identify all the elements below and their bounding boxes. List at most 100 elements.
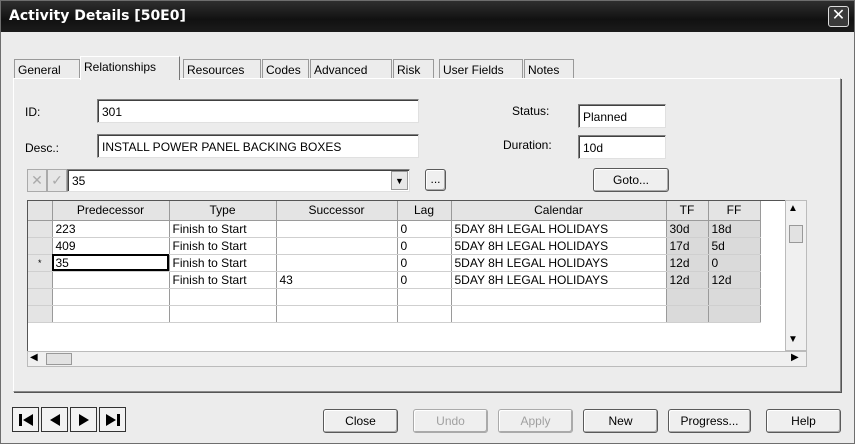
progress-button[interactable]: Progress... <box>668 409 751 433</box>
cell-tf: 17d <box>666 237 709 255</box>
cell-successor[interactable]: 43 <box>276 271 398 289</box>
cell-successor[interactable] <box>276 220 398 238</box>
status-field[interactable]: Planned <box>578 104 666 128</box>
col-tf[interactable]: TF <box>666 201 709 221</box>
id-field[interactable]: 301 <box>97 99 419 123</box>
horizontal-scroll-thumb[interactable] <box>46 353 72 365</box>
cell-successor[interactable] <box>276 237 398 255</box>
scroll-left-icon[interactable]: ◀ <box>30 352 38 363</box>
cell-predecessor[interactable] <box>52 288 170 306</box>
row-marker[interactable] <box>28 237 53 255</box>
close-window-button[interactable]: ✕ <box>828 6 849 27</box>
horizontal-scrollbar[interactable]: ◀ ▶ <box>27 351 807 367</box>
scroll-down-icon[interactable]: ▼ <box>788 334 798 345</box>
tab-resources[interactable]: Resources <box>183 59 261 79</box>
cell-calendar[interactable] <box>451 305 667 323</box>
chevron-down-icon[interactable]: ▼ <box>391 171 408 190</box>
cell-type[interactable]: Finish to Start <box>169 220 277 238</box>
scroll-right-icon[interactable]: ▶ <box>791 352 799 363</box>
ellipsis-button[interactable]: ... <box>425 169 446 191</box>
table-row[interactable]: 409 Finish to Start 0 5DAY 8H LEGAL HOLI… <box>28 237 761 255</box>
cell-predecessor[interactable]: 35 <box>52 254 170 272</box>
cell-predecessor[interactable] <box>52 305 170 323</box>
next-record-button[interactable] <box>70 407 97 432</box>
undo-button[interactable]: Undo <box>413 409 488 433</box>
tab-advanced[interactable]: Advanced <box>310 59 392 79</box>
tab-general[interactable]: General <box>14 59 80 79</box>
col-predecessor[interactable]: Predecessor <box>52 201 170 221</box>
accept-edit-icon[interactable]: ✓ <box>47 169 67 192</box>
cell-calendar[interactable]: 5DAY 8H LEGAL HOLIDAYS <box>451 220 667 238</box>
tab-label: Relationships <box>84 60 157 74</box>
col-calendar[interactable]: Calendar <box>451 201 667 221</box>
window-title: Activity Details [50E0] <box>9 8 186 24</box>
close-icon: ✕ <box>831 7 846 24</box>
cell-predecessor[interactable]: 409 <box>52 237 170 255</box>
cell-successor[interactable] <box>276 254 398 272</box>
last-record-icon <box>105 413 120 426</box>
help-button[interactable]: Help <box>766 409 841 433</box>
cell-lag[interactable]: 0 <box>397 271 452 289</box>
tab-label: User Fields <box>443 63 504 77</box>
cell-lag[interactable] <box>397 288 452 306</box>
cell-type[interactable] <box>169 305 277 323</box>
cell-calendar[interactable] <box>451 288 667 306</box>
vertical-scroll-thumb[interactable] <box>789 225 803 243</box>
tab-label: Advanced <box>314 63 368 77</box>
cell-calendar[interactable]: 5DAY 8H LEGAL HOLIDAYS <box>451 237 667 255</box>
col-lag[interactable]: Lag <box>397 201 452 221</box>
vertical-scrollbar[interactable]: ▲ ▼ <box>785 200 807 351</box>
cell-calendar[interactable]: 5DAY 8H LEGAL HOLIDAYS <box>451 271 667 289</box>
cell-lag[interactable]: 0 <box>397 237 452 255</box>
cell-successor[interactable] <box>276 305 398 323</box>
cell-predecessor[interactable]: 223 <box>52 220 170 238</box>
table-row[interactable] <box>28 288 761 306</box>
duration-field[interactable]: 10d <box>578 135 666 159</box>
col-ff[interactable]: FF <box>708 201 761 221</box>
tab-label: Risk <box>397 63 421 77</box>
tab-user-fields[interactable]: User Fields <box>439 59 523 79</box>
row-marker[interactable]: * <box>28 254 53 272</box>
id-label: ID: <box>25 105 41 119</box>
cell-predecessor[interactable] <box>52 271 170 289</box>
apply-button[interactable]: Apply <box>498 409 573 433</box>
table-row[interactable]: * 35 Finish to Start 0 5DAY 8H LEGAL HOL… <box>28 254 761 272</box>
first-record-button[interactable] <box>12 407 39 432</box>
goto-button[interactable]: Goto... <box>593 168 669 192</box>
cell-lag[interactable] <box>397 305 452 323</box>
row-marker[interactable] <box>28 288 53 306</box>
cell-lag[interactable]: 0 <box>397 254 452 272</box>
new-button[interactable]: New <box>583 409 658 433</box>
tab-relationships[interactable]: Relationships <box>80 56 180 80</box>
cell-type[interactable]: Finish to Start <box>169 254 277 272</box>
tab-label: Codes <box>266 63 301 77</box>
description-field[interactable]: INSTALL POWER PANEL BACKING BOXES <box>97 134 419 158</box>
close-button[interactable]: Close <box>323 409 398 433</box>
table-row[interactable] <box>28 305 761 323</box>
row-marker[interactable] <box>28 305 53 323</box>
cell-type[interactable] <box>169 288 277 306</box>
col-successor[interactable]: Successor <box>276 201 398 221</box>
tab-notes[interactable]: Notes <box>524 59 574 79</box>
tab-risk[interactable]: Risk <box>393 59 434 79</box>
last-record-button[interactable] <box>99 407 126 432</box>
table-row[interactable]: 223 Finish to Start 0 5DAY 8H LEGAL HOLI… <box>28 220 761 238</box>
cell-type[interactable]: Finish to Start <box>169 237 277 255</box>
cell-lag[interactable]: 0 <box>397 220 452 238</box>
scroll-up-icon[interactable]: ▲ <box>788 203 798 214</box>
relationships-grid[interactable]: Predecessor Type Successor Lag Calendar … <box>27 200 807 367</box>
cell-edit-combo[interactable]: 35 <box>67 169 410 192</box>
row-marker[interactable] <box>28 220 53 238</box>
cell-type[interactable]: Finish to Start <box>169 271 277 289</box>
tab-codes[interactable]: Codes <box>262 59 309 79</box>
previous-record-button[interactable] <box>41 407 68 432</box>
cancel-edit-icon[interactable]: ✕ <box>27 169 47 192</box>
table-row[interactable]: Finish to Start 43 0 5DAY 8H LEGAL HOLID… <box>28 271 761 289</box>
relationships-table: Predecessor Type Successor Lag Calendar … <box>28 201 761 323</box>
cell-successor[interactable] <box>276 288 398 306</box>
cell-calendar[interactable]: 5DAY 8H LEGAL HOLIDAYS <box>451 254 667 272</box>
title-bar[interactable]: Activity Details [50E0] ✕ <box>1 1 854 32</box>
col-type[interactable]: Type <box>169 201 277 221</box>
row-header-corner <box>28 201 53 221</box>
row-marker[interactable] <box>28 271 53 289</box>
